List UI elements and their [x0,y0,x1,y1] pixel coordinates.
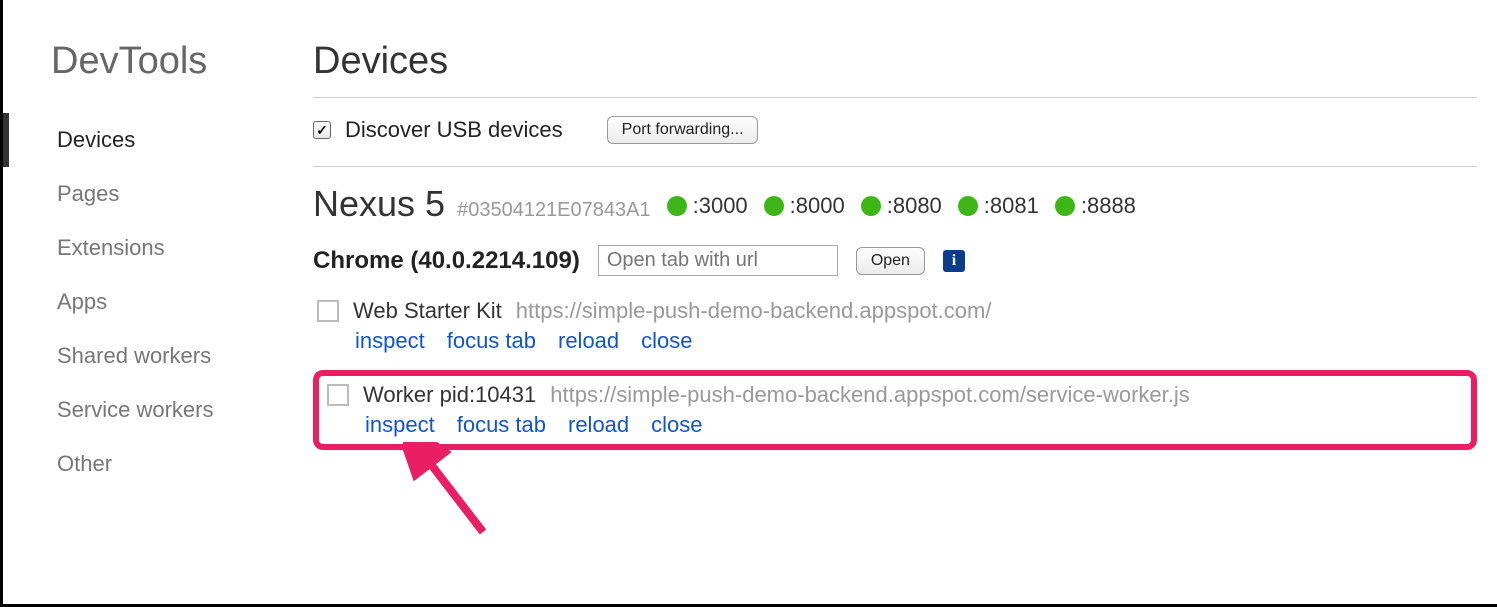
status-dot-icon [764,196,784,216]
browser-row: Chrome (40.0.2214.109) Open i [313,245,1477,276]
device-header: Nexus 5 #03504121E07843A1 :3000 :8000 :8… [313,183,1477,225]
open-tab-url-input[interactable] [598,245,838,276]
device-name: Nexus 5 [313,183,445,225]
target-item: Web Starter Kit https://simple-push-demo… [313,290,1477,364]
sidebar-item-shared-workers[interactable]: Shared workers [3,329,283,383]
sidebar-item-other[interactable]: Other [3,437,283,491]
sidebar-item-devices[interactable]: Devices [3,113,283,167]
info-icon[interactable]: i [943,250,965,272]
target-title: Web Starter Kit [353,298,502,324]
port-label: :8888 [1081,193,1136,219]
sidebar-item-service-workers[interactable]: Service workers [3,383,283,437]
sidebar-item-apps[interactable]: Apps [3,275,283,329]
sidebar-item-extensions[interactable]: Extensions [3,221,283,275]
focus-tab-link[interactable]: focus tab [457,412,546,438]
port-status: :8000 [764,193,845,219]
port-label: :8000 [790,193,845,219]
target-url: https://simple-push-demo-backend.appspot… [516,298,992,324]
port-status: :8080 [861,193,942,219]
port-status: :3000 [667,193,748,219]
divider [313,166,1477,167]
port-label: :3000 [693,193,748,219]
highlight-annotation: Worker pid:10431 https://simple-push-dem… [313,370,1477,450]
target-url: https://simple-push-demo-backend.appspot… [550,382,1190,408]
browser-label: Chrome (40.0.2214.109) [313,247,580,275]
reload-link[interactable]: reload [558,328,619,354]
port-label: :8081 [984,193,1039,219]
discover-toolbar: ✓ Discover USB devices Port forwarding..… [313,116,1477,144]
status-dot-icon [1055,196,1075,216]
sidebar-item-pages[interactable]: Pages [3,167,283,221]
target-checkbox[interactable] [317,300,339,322]
main-content: Devices ✓ Discover USB devices Port forw… [283,0,1497,604]
page-title: Devices [313,40,1477,83]
target-item: Worker pid:10431 https://simple-push-dem… [323,382,1467,438]
device-id: #03504121E07843A1 [457,199,651,222]
port-forwarding-button[interactable]: Port forwarding... [607,116,759,144]
port-status: :8888 [1055,193,1136,219]
discover-usb-label: Discover USB devices [345,117,563,143]
inspect-link[interactable]: inspect [365,412,435,438]
app-title: DevTools [3,40,283,83]
arrow-annotation-icon [403,442,523,542]
target-checkbox[interactable] [327,384,349,406]
port-status: :8081 [958,193,1039,219]
target-title: Worker pid:10431 [363,382,536,408]
status-dot-icon [958,196,978,216]
discover-usb-checkbox[interactable]: ✓ [313,121,331,139]
open-button[interactable]: Open [856,247,925,275]
sidebar: DevTools Devices Pages Extensions Apps S… [3,0,283,604]
focus-tab-link[interactable]: focus tab [447,328,536,354]
divider [313,97,1477,98]
reload-link[interactable]: reload [568,412,629,438]
inspect-link[interactable]: inspect [355,328,425,354]
port-label: :8080 [887,193,942,219]
status-dot-icon [861,196,881,216]
close-link[interactable]: close [641,328,692,354]
status-dot-icon [667,196,687,216]
close-link[interactable]: close [651,412,702,438]
